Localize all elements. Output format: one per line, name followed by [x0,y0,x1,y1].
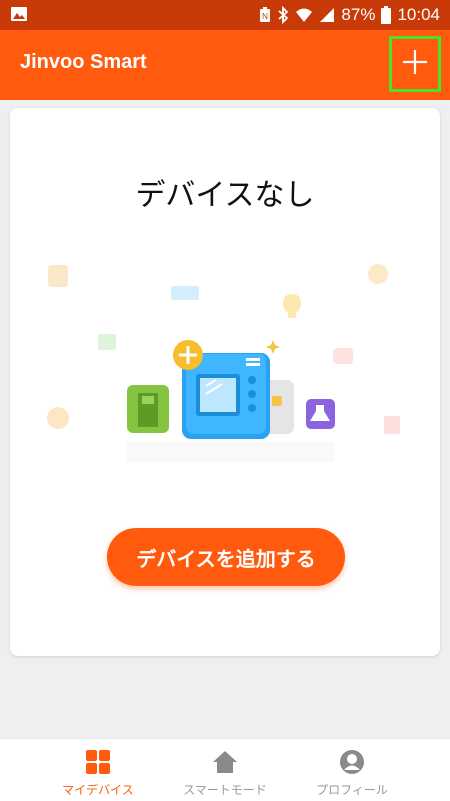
faded-device-icon [48,265,68,287]
nav-label: プロフィール [316,783,388,797]
fridge-icon [127,385,169,433]
signal-icon [319,7,335,23]
bluetooth-icon [277,6,289,24]
faded-cup-icon [333,348,353,364]
app-title: Jinvoo Smart [20,51,147,73]
devices-illustration [47,264,400,462]
add-device-cta-button[interactable]: デバイスを追加する [107,528,345,586]
bottom-nav: マイデバイス スマートモード プロフィール [0,738,450,801]
empty-state-card: デバイスなし デバイスを追加する [10,108,440,656]
faded-bulb-icon [283,294,301,318]
person-icon [339,749,365,775]
faded-ac-icon [171,286,199,300]
svg-text:N: N [263,12,269,21]
grid-icon [85,749,111,775]
app-bar: Jinvoo Smart [0,30,450,100]
empty-state-title: デバイスなし [135,178,315,213]
nav-item-profile[interactable]: プロフィール [277,739,427,801]
range-hood-icon [306,399,335,429]
status-bar: N 87% 10:04 [0,0,450,30]
add-device-button[interactable] [389,36,441,92]
faded-box-icon [384,416,400,434]
faded-lamp-icon [368,264,388,284]
battery-icon [381,6,392,24]
plus-icon [401,48,429,80]
sparkle-icon [266,340,280,354]
clock: 10:04 [397,5,440,24]
gallery-icon [10,6,28,27]
nfc-icon: N [259,7,271,23]
faded-sun-icon [47,407,69,429]
faded-plant-icon [98,334,116,350]
battery-percent: 87% [341,5,376,24]
plus-badge-icon [173,340,203,370]
wifi-icon [295,7,313,23]
home-icon [212,749,238,775]
